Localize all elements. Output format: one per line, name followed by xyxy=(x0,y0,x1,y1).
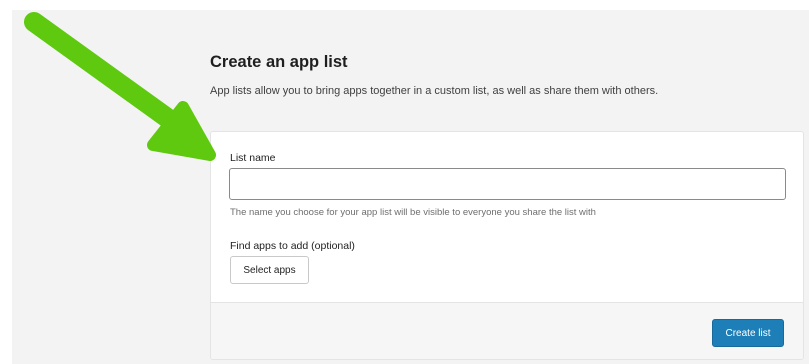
list-name-input[interactable] xyxy=(229,168,786,200)
page-header: Create an app list App lists allow you t… xyxy=(210,52,800,98)
find-apps-label: Find apps to add (optional) xyxy=(230,240,355,252)
select-apps-button[interactable]: Select apps xyxy=(230,256,309,284)
list-name-label: List name xyxy=(230,152,276,164)
create-app-list-card: List name The name you choose for your a… xyxy=(210,131,804,360)
page-title: Create an app list xyxy=(210,53,348,71)
list-name-help-text: The name you choose for your app list wi… xyxy=(230,207,596,218)
page-subtitle: App lists allow you to bring apps togeth… xyxy=(210,85,659,97)
card-footer: Create list xyxy=(211,302,803,359)
create-list-button[interactable]: Create list xyxy=(712,319,784,347)
card-body: List name The name you choose for your a… xyxy=(211,132,803,302)
